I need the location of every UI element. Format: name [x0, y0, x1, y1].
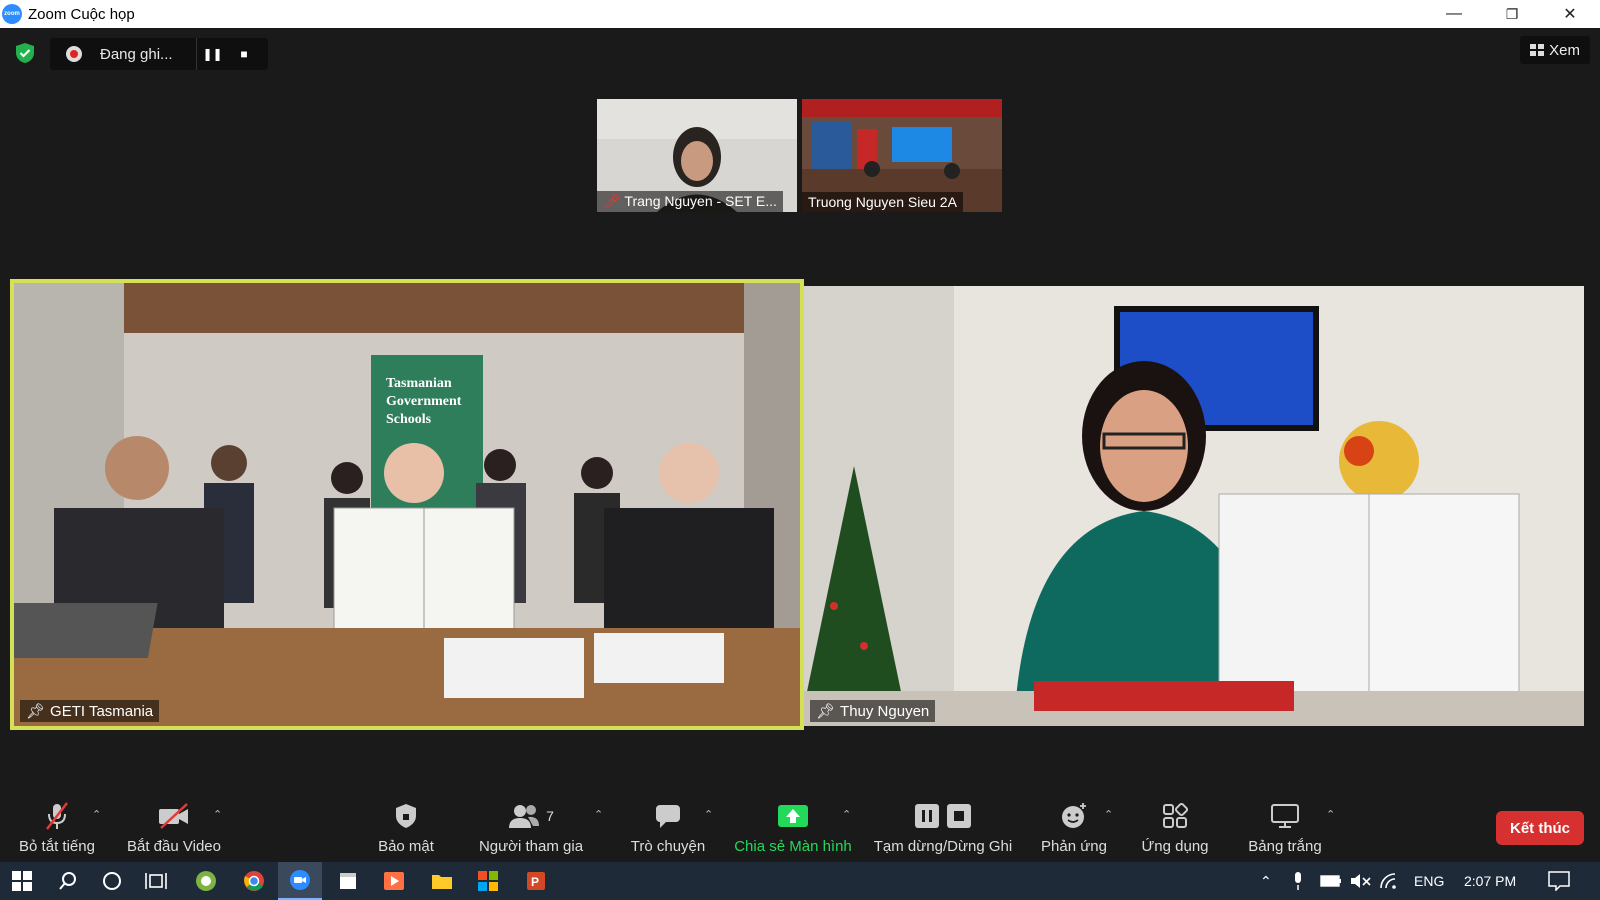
grid-view-icon [1530, 44, 1545, 56]
clock[interactable]: 2:07 PM [1464, 862, 1516, 900]
chrome-icon[interactable] [232, 862, 276, 900]
thumbnail-name-tag: Truong Nguyen Sieu 2A [802, 192, 963, 212]
reactions-label: Phản ứng [1041, 838, 1107, 855]
view-button[interactable]: Xem [1520, 36, 1590, 64]
window-title: Zoom Cuộc họp [28, 5, 135, 23]
stop-icon [947, 804, 971, 828]
encryption-shield-icon[interactable] [14, 42, 36, 64]
participants-label: Người tham gia [478, 838, 584, 855]
muted-mic-icon: 🎤︎ [603, 193, 621, 209]
whiteboard-options-chevron-up-icon[interactable]: ⌃ [1326, 808, 1335, 821]
app-icon[interactable] [184, 862, 228, 900]
show-hidden-icons-chevron-up-icon[interactable]: ⌃ [1260, 862, 1272, 900]
security-shield-icon [396, 804, 416, 828]
participants-count: 7 [546, 808, 554, 824]
video-name-tag: 📌︎ GETI Tasmania [20, 700, 160, 722]
muted-microphone-icon [46, 802, 68, 830]
participant-video-feed [804, 286, 1584, 726]
recording-status: Đang ghi... [100, 45, 173, 63]
active-speaker-video[interactable]: Tasmanian Government Schools 📌︎ GETI Tas… [10, 279, 804, 730]
share-screen-label: Chia sẻ Màn hình [734, 838, 852, 855]
mute-button[interactable]: Bỏ tắt tiếng [14, 800, 100, 855]
banner-text: Government [386, 394, 462, 409]
movie-maker-icon[interactable] [326, 862, 370, 900]
apps-button[interactable]: Ứng dụng [1138, 800, 1212, 855]
microsoft-store-icon[interactable] [466, 862, 510, 900]
apps-icon [1163, 803, 1188, 828]
pause-recording-button[interactable]: ❚❚ [196, 38, 228, 70]
action-center-icon[interactable] [1548, 862, 1570, 900]
pause-stop-recording-label: Tạm dừng/Dừng Ghi [873, 838, 1013, 855]
task-view-icon[interactable] [134, 862, 178, 900]
microphone-icon[interactable] [1292, 862, 1304, 900]
pause-stop-recording-button[interactable]: Tạm dừng/Dừng Ghi [872, 800, 1014, 855]
media-player-icon[interactable] [372, 862, 416, 900]
share-screen-icon [778, 805, 808, 827]
whiteboard-label: Bảng trắng [1248, 838, 1322, 855]
video-options-chevron-up-icon[interactable]: ⌃ [213, 808, 222, 821]
cortana-icon[interactable] [90, 862, 134, 900]
smiley-icon [1062, 803, 1086, 828]
start-video-button[interactable]: Bắt đầu Video [124, 800, 224, 855]
chat-label: Trò chuyện [630, 838, 706, 855]
chat-button[interactable]: Trò chuyện [626, 800, 710, 855]
participants-button[interactable]: 7 Người tham gia [476, 800, 586, 855]
pin-icon: 📌︎ [26, 703, 46, 720]
pause-icon [915, 804, 939, 828]
restore-button[interactable]: ❐ [1484, 0, 1540, 28]
recording-indicator: Đang ghi... ❚❚ ■ [50, 38, 268, 70]
svg-text:P: P [531, 875, 539, 889]
banner-text: Tasmanian [386, 376, 452, 391]
close-button[interactable]: ✕ [1542, 0, 1598, 28]
participant-name: Truong Nguyen Sieu 2A [808, 194, 957, 210]
chat-bubble-icon [656, 805, 680, 828]
video-name-tag: 📌︎ Thuy Nguyen [810, 700, 936, 722]
reactions-options-chevron-up-icon[interactable]: ⌃ [1104, 808, 1113, 821]
participants-options-chevron-up-icon[interactable]: ⌃ [594, 808, 603, 821]
zoom-taskbar-icon[interactable] [278, 862, 322, 900]
banner-text: Schools [386, 412, 432, 427]
chat-options-chevron-up-icon[interactable]: ⌃ [704, 808, 713, 821]
participant-name: Thuy Nguyen [840, 702, 930, 720]
share-screen-button[interactable]: Chia sẻ Màn hình [730, 800, 856, 855]
participant-video-feed: Tasmanian Government Schools [14, 283, 800, 726]
participant-video[interactable]: 📌︎ Thuy Nguyen [804, 286, 1584, 726]
title-bar: zoom Zoom Cuộc họp [0, 0, 1600, 28]
battery-icon[interactable] [1320, 862, 1342, 900]
language-indicator[interactable]: ENG [1414, 862, 1444, 900]
share-options-chevron-up-icon[interactable]: ⌃ [842, 808, 851, 821]
file-explorer-icon[interactable] [420, 862, 464, 900]
participants-icon [509, 805, 540, 828]
stop-recording-button[interactable]: ■ [228, 38, 260, 70]
end-meeting-button[interactable]: Kết thúc [1496, 811, 1584, 845]
powerpoint-icon[interactable]: P [514, 862, 558, 900]
participant-name: GETI Tasmania [50, 702, 154, 720]
reactions-button[interactable]: Phản ứng [1036, 800, 1112, 855]
windows-start-icon[interactable] [0, 862, 44, 900]
pin-icon: 📌︎ [816, 703, 836, 720]
participant-thumbnail[interactable]: 🎤︎ Trang Nguyen - SET E... [597, 99, 797, 212]
participant-thumbnail[interactable]: Truong Nguyen Sieu 2A [802, 99, 1002, 212]
apps-label: Ứng dụng [1141, 838, 1209, 855]
recording-dot-icon [66, 46, 82, 62]
whiteboard-button[interactable]: Bảng trắng [1240, 800, 1330, 855]
whiteboard-icon [1271, 804, 1299, 828]
audio-options-chevron-up-icon[interactable]: ⌃ [92, 808, 101, 821]
network-icon[interactable] [1380, 862, 1400, 900]
zoom-logo-icon: zoom [2, 4, 22, 24]
search-icon[interactable] [46, 862, 90, 900]
participant-name: Trang Nguyen - SET E... [624, 193, 777, 209]
view-label: Xem [1549, 41, 1580, 59]
volume-muted-icon[interactable] [1350, 862, 1372, 900]
start-video-label: Bắt đầu Video [127, 838, 221, 855]
thumbnail-name-tag: 🎤︎ Trang Nguyen - SET E... [597, 191, 783, 212]
minimize-button[interactable]: — [1426, 0, 1482, 28]
mute-label: Bỏ tắt tiếng [19, 838, 95, 855]
security-label: Bảo mật [378, 838, 434, 855]
security-button[interactable]: Bảo mật [366, 800, 446, 855]
video-off-icon [159, 803, 188, 829]
